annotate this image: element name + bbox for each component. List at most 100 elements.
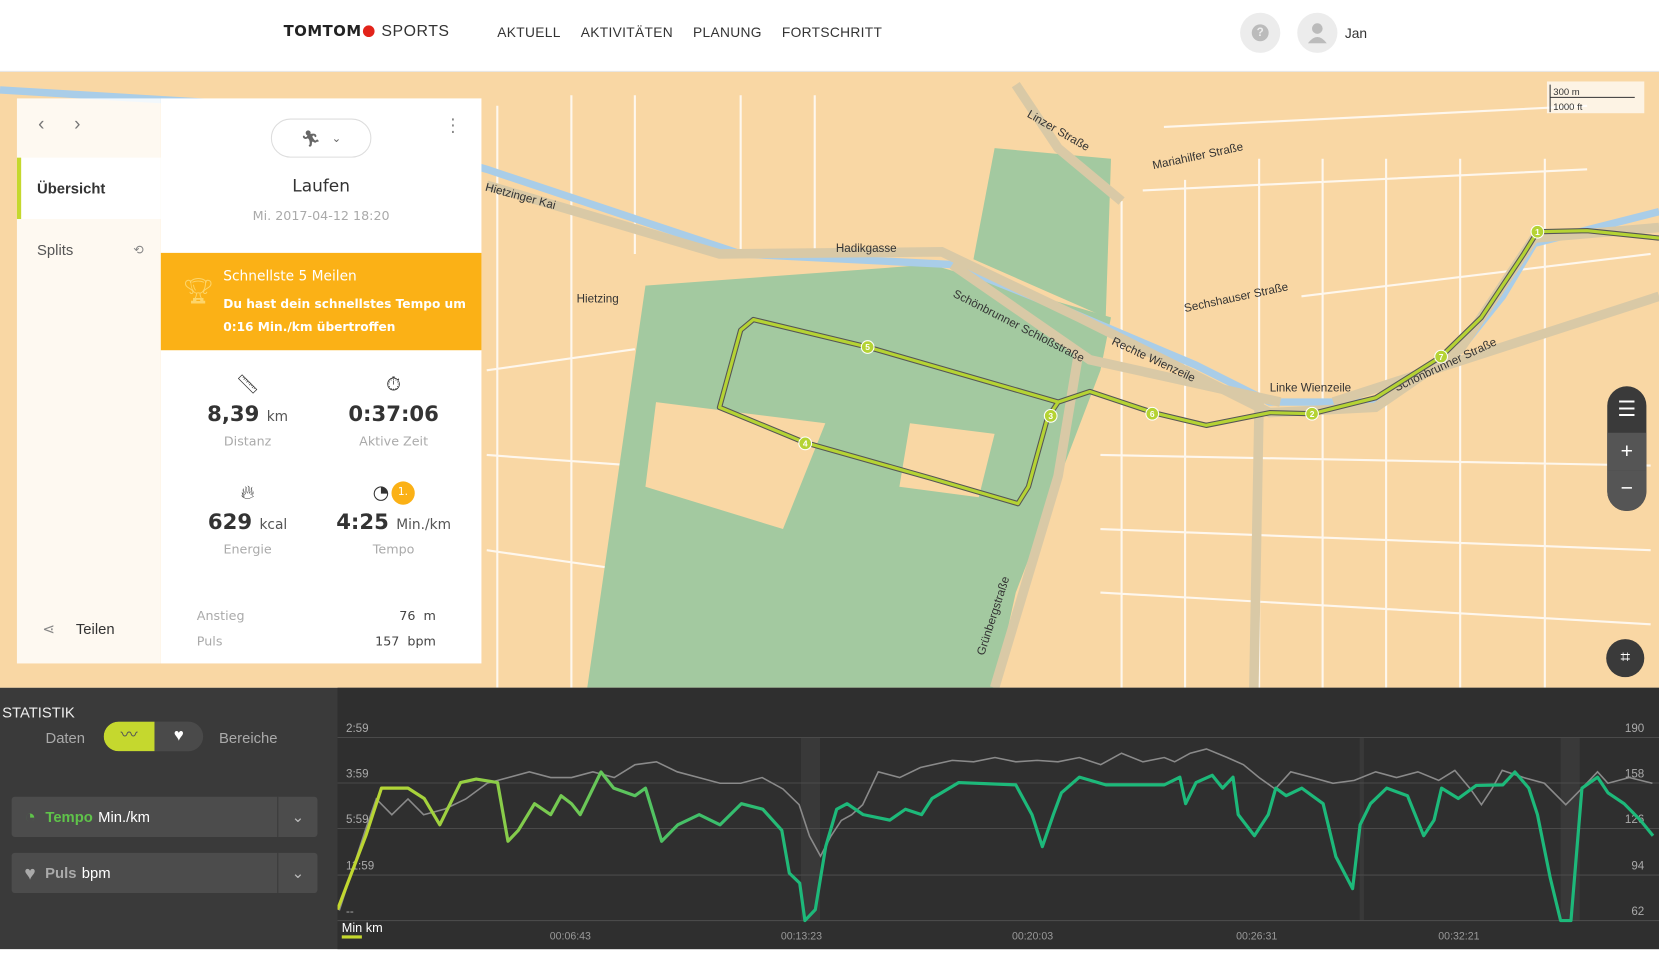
running-icon: 🏃︎ <box>300 129 322 148</box>
x-tick: 00:06:43 <box>550 931 591 943</box>
line-chart-icon[interactable]: 〰 <box>103 721 155 752</box>
x-unit-km[interactable]: km <box>366 921 383 936</box>
metric-select-tempo[interactable]: ◔ Tempo Min./km ⌄ <box>11 796 318 837</box>
detail-label: Puls <box>196 633 223 649</box>
street-label: Hietzing <box>577 293 619 306</box>
km-marker[interactable]: 6 <box>1145 406 1160 421</box>
ruler-icon: 📏︎ <box>235 373 260 396</box>
svg-text:6: 6 <box>1150 409 1155 419</box>
metric-select-puls[interactable]: ♥ Puls bpm ⌄ <box>11 852 318 894</box>
trophy-icon: 🏆︎ <box>181 276 215 306</box>
zoom-out-button[interactable]: − <box>1607 470 1647 512</box>
y-right-tick: 62 <box>1631 905 1644 918</box>
speedometer-icon: ◔ <box>24 805 36 827</box>
svg-text:2: 2 <box>1310 409 1315 419</box>
pause-band <box>1560 737 1580 921</box>
x-unit-switch[interactable]: Min km <box>341 920 383 939</box>
stat-value: 4:25 <box>336 508 389 535</box>
km-marker[interactable]: 1 <box>1530 224 1545 239</box>
help-button[interactable]: ? <box>1240 12 1281 53</box>
statistics-chart[interactable]: 2:59 190 3:59 158 5:59 126 11:59 94 -- 62 00:06:43… <box>336 687 1659 950</box>
detail-row-ascent: Anstieg 76 m <box>197 608 436 623</box>
x-tick: 00:13:23 <box>781 931 822 943</box>
question-icon: ? <box>1251 24 1269 42</box>
x-unit-min[interactable]: Min <box>341 920 363 939</box>
more-options-icon[interactable]: · · · <box>450 109 456 141</box>
y-left-tick: 11:59 <box>346 860 374 873</box>
sidebar-item-label: Splits <box>37 241 74 259</box>
chevron-down-icon: ⌄ <box>331 132 342 145</box>
svg-text:1: 1 <box>1535 227 1540 237</box>
stat-energy: 🔥︎ 629 kcal Energie <box>168 481 327 556</box>
nav-aktuell[interactable]: AKTUELL <box>497 24 560 40</box>
toggle-label-daten: Daten <box>45 729 86 746</box>
y-left-tick: -- <box>346 905 354 918</box>
detail-label: Anstieg <box>196 608 245 624</box>
share-button[interactable]: ⋖ Teilen <box>17 598 161 659</box>
sidebar-item-uebersicht[interactable]: Übersicht <box>16 157 161 220</box>
achievement-banner: 🏆︎ Schnellste 5 Meilen Du hast dein schn… <box>160 252 482 351</box>
detail-value: 157 <box>375 633 400 649</box>
record-badge: 1. <box>391 481 415 505</box>
svg-text:1000 ft: 1000 ft <box>1553 102 1582 113</box>
metric-unit: Min./km <box>98 808 150 826</box>
zoom-in-button[interactable]: + <box>1607 432 1647 471</box>
stat-label: Tempo <box>372 541 415 557</box>
nav-fortschritt[interactable]: FORTSCHRITT <box>782 24 882 40</box>
km-marker[interactable]: 3 <box>1043 408 1058 423</box>
stat-active-time: ⏱︎ 0:37:06 Aktive Zeit <box>314 374 473 449</box>
stat-unit: Min./km <box>396 517 452 534</box>
y-right-tick: 190 <box>1625 722 1645 735</box>
top-header: TOMTOM SPORTS AKTUELL AKTIVITÄTEN PLANUN… <box>0 0 1659 72</box>
chevron-down-icon[interactable]: ⌄ <box>277 796 317 837</box>
statistics-title: STATISTIK <box>2 703 75 721</box>
y-left-tick: 3:59 <box>346 768 369 781</box>
stopwatch-icon: ⏱︎ <box>386 373 402 396</box>
tomtom-mark-icon <box>362 25 375 38</box>
heart-rate-line <box>338 748 1653 911</box>
frame-icon: ⌗ <box>1620 648 1631 667</box>
km-marker[interactable]: 4 <box>798 436 813 451</box>
avatar-button[interactable] <box>1297 12 1338 53</box>
stat-value: 629 <box>207 508 253 535</box>
next-activity-icon[interactable]: › <box>74 113 80 135</box>
stat-tempo: ◔ 1. 4:25 Min./km Tempo <box>314 481 473 557</box>
chevron-down-icon[interactable]: ⌄ <box>277 852 317 894</box>
km-marker[interactable]: 5 <box>860 340 875 354</box>
tomtom-sports-logo[interactable]: TOMTOM SPORTS <box>284 22 450 40</box>
map-menu-button[interactable]: ☰ <box>1607 386 1646 433</box>
brand-light: SPORTS <box>381 22 450 41</box>
user-name[interactable]: Jan <box>1345 25 1367 41</box>
recenter-button[interactable]: ⌗ <box>1606 639 1645 678</box>
heart-zones-icon[interactable]: ♥ <box>154 722 203 752</box>
sidebar-item-splits[interactable]: Splits ⟲ <box>17 219 161 280</box>
statistics-panel: STATISTIK Daten 〰 ♥ Bereiche ◔ Tempo Min.… <box>0 687 1659 950</box>
km-marker[interactable]: 2 <box>1305 406 1319 421</box>
achievement-text: Du hast dein schnellstes Tempo um 0:16 M… <box>223 296 466 335</box>
detail-unit: m <box>423 608 436 624</box>
brand-bold: TOMTOM <box>283 23 362 41</box>
stat-label: Aktive Zeit <box>359 433 429 449</box>
svg-text:7: 7 <box>1439 352 1444 362</box>
stat-label: Energie <box>223 541 272 557</box>
y-left-tick: 2:59 <box>346 722 369 735</box>
view-toggle[interactable]: 〰 ♥ <box>103 721 204 752</box>
stat-label: Distanz <box>223 433 272 449</box>
main-nav: AKTUELL AKTIVITÄTEN PLANUNG FORTSCHRITT <box>497 24 882 40</box>
speedometer-icon: ◔ <box>372 481 390 504</box>
stat-unit: kcal <box>259 517 288 534</box>
metric-name: Tempo <box>45 808 93 826</box>
sidebar-item-label: Übersicht <box>37 179 106 197</box>
nav-aktivitaeten[interactable]: AKTIVITÄTEN <box>581 24 673 40</box>
chart-svg[interactable]: 2:59 1903:59 1585:59 12611:59 94-- 6200:06:43… <box>336 688 1659 949</box>
flame-icon: 🔥︎ <box>240 481 255 504</box>
nav-planung[interactable]: PLANUNG <box>693 24 762 40</box>
km-marker[interactable]: 7 <box>1434 349 1449 364</box>
share-icon: ⋖ <box>42 619 55 637</box>
heart-icon: ♥ <box>24 861 36 883</box>
prev-activity-icon[interactable]: ‹ <box>38 113 44 135</box>
sport-type-selector[interactable]: 🏃︎ ⌄ <box>270 118 372 158</box>
activity-sidebar: ‹ › Übersicht Splits ⟲ ⋖ Teilen <box>16 98 161 664</box>
park-clearing <box>899 423 995 498</box>
svg-text:5: 5 <box>865 342 870 352</box>
